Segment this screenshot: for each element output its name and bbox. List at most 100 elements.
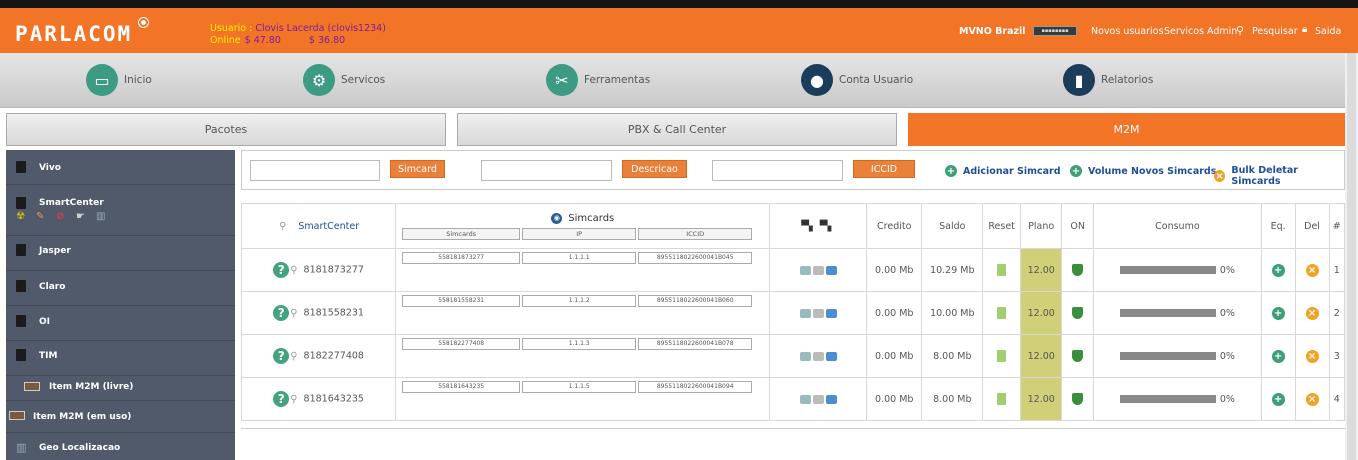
consumo-cell: 0%	[1093, 334, 1262, 378]
sidebar-item-vivo[interactable]: Vivo	[6, 150, 235, 184]
plus-icon[interactable]: +	[1271, 392, 1285, 406]
smartcenter-cell[interactable]: ? ⚲ 8181643235	[240, 377, 397, 421]
plus-icon: +	[1070, 165, 1082, 177]
tab-m2m[interactable]: M2M	[908, 113, 1345, 146]
help-icon[interactable]: ?	[273, 391, 290, 407]
bulk-delete-link[interactable]: × Bulk Deletar Simcards	[1214, 165, 1344, 187]
table-row: ? ⚲ 8181558231 558181558231 1.1.1.2 895511…	[240, 291, 1346, 335]
saldo-cell: 10.29 Mb	[921, 248, 984, 292]
close-icon[interactable]: ×	[1305, 263, 1319, 277]
search-icon[interactable]: ⚲	[290, 394, 297, 405]
trash-icon[interactable]	[997, 350, 1007, 362]
edit-icon[interactable]	[812, 394, 824, 404]
help-icon[interactable]: ?	[273, 348, 290, 364]
saida-link[interactable]: Saida	[1315, 26, 1341, 37]
stats-icon[interactable]: ▥	[96, 211, 105, 222]
nav-ferramentas[interactable]: ✂ Ferramentas	[546, 64, 650, 96]
saldo-cell: 8.00 Mb	[921, 334, 984, 378]
credito-cell: 0.00 Mb	[865, 377, 923, 421]
tab-pacotes[interactable]: Pacotes	[6, 113, 446, 146]
trash-icon[interactable]	[997, 307, 1007, 319]
nav-conta-usuario[interactable]: ● Conta Usuario	[801, 64, 913, 96]
trash-icon[interactable]	[997, 264, 1007, 276]
servicos-admin-link[interactable]: Servicos Admin	[1164, 26, 1237, 37]
nav-relatorios[interactable]: ▮ Relatorios	[1063, 64, 1153, 96]
sidebar-item-claro[interactable]: Claro	[6, 271, 235, 305]
device-icon[interactable]	[799, 265, 811, 275]
close-icon[interactable]: ×	[1305, 349, 1319, 363]
close-icon[interactable]: ×	[1305, 306, 1319, 320]
device-icon[interactable]	[799, 394, 811, 404]
shield-icon[interactable]	[1072, 307, 1084, 319]
iccid-input[interactable]	[712, 160, 843, 181]
tool-icon[interactable]: ✎	[36, 211, 44, 222]
simcard-search-button[interactable]: Simcard	[390, 160, 445, 178]
sidebar-item-smartcenter[interactable]: SmartCenter ☢ ✎ ⊘ ☛ ▥	[6, 185, 235, 235]
edit-icon[interactable]	[812, 351, 824, 361]
scrollbar-thumb[interactable]	[1347, 53, 1356, 460]
shield-icon[interactable]	[1072, 393, 1084, 405]
smartcenter-number: 8182277408	[303, 350, 364, 362]
device-icon[interactable]	[799, 351, 811, 361]
search-icon[interactable]: ⚲	[290, 308, 297, 319]
screen-icon[interactable]	[825, 265, 837, 275]
search-icon[interactable]: ⚲	[290, 265, 297, 276]
screen-icon[interactable]	[825, 394, 837, 404]
sidebar-item-m2m-livre[interactable]: Item M2M (livre)	[6, 376, 235, 400]
volume-simcards-link[interactable]: + Volume Novos Simcards	[1070, 165, 1216, 177]
edit-icon[interactable]	[812, 265, 824, 275]
smartcenter-cell[interactable]: ? ⚲ 8181873277	[240, 248, 397, 292]
lock-icon[interactable]: 🔒︎	[1302, 24, 1307, 35]
add-simcard-link[interactable]: + Adicionar Simcard	[945, 165, 1061, 177]
novos-usuarios-link[interactable]: Novos usuarios	[1091, 26, 1163, 37]
sidebar-jasper-label: Jasper	[39, 246, 71, 256]
smartcenter-header[interactable]: ⚲ SmartCenter	[240, 203, 397, 249]
nav-inicio[interactable]: ▭ Inicio	[86, 64, 152, 96]
close-icon[interactable]: ×	[1305, 392, 1319, 406]
plus-icon[interactable]: +	[1271, 306, 1285, 320]
sidebar-item-jasper[interactable]: Jasper	[6, 236, 235, 270]
sidebar-oi-label: OI	[39, 317, 50, 327]
close-icon: ×	[1214, 170, 1226, 182]
descricao-search-button[interactable]: Descricao	[622, 160, 687, 178]
screen-icon[interactable]	[825, 351, 837, 361]
simcard-input[interactable]	[250, 160, 380, 181]
plus-icon[interactable]: +	[1271, 263, 1285, 277]
sidebar: Vivo SmartCenter ☢ ✎ ⊘ ☛ ▥ Jasper Claro …	[6, 150, 235, 460]
descricao-input[interactable]	[481, 160, 612, 181]
help-icon[interactable]: ?	[273, 305, 290, 321]
shield-icon[interactable]	[1072, 350, 1084, 362]
chart-icon: ▮	[1063, 64, 1095, 96]
device-icon[interactable]	[799, 308, 811, 318]
smartcenter-cell[interactable]: ? ⚲ 8181558231	[240, 291, 397, 335]
sidebar-m2m-livre-label: Item M2M (livre)	[49, 382, 134, 392]
help-icon[interactable]: ?	[273, 262, 290, 278]
consumo-header: Consumo	[1093, 203, 1262, 249]
user-name[interactable]: Clovis Lacerda (clovis1234)	[255, 23, 386, 34]
iccid-search-button[interactable]: ICCID	[853, 160, 915, 178]
sidebar-item-geo[interactable]: ▥ Geo Localizacao	[6, 433, 235, 460]
smartcenter-cell[interactable]: ? ⚲ 8182277408	[240, 334, 397, 378]
simcard-detail-cell: 558182277408 1.1.1.3 8955118022600041B07…	[395, 334, 771, 378]
hazard-icon[interactable]: ☢	[16, 211, 25, 222]
device-tools-cell	[769, 334, 867, 378]
pesquisar-link[interactable]: Pesquisar	[1252, 26, 1298, 37]
block-icon[interactable]: ⊘	[56, 211, 64, 222]
trash-icon[interactable]	[997, 393, 1007, 405]
table-row: ? ⚲ 8181643235 558181643235 1.1.1.5 895511…	[240, 377, 1346, 421]
shield-icon[interactable]	[1072, 264, 1084, 276]
hand-icon[interactable]: ☛	[76, 211, 85, 222]
scrollbar[interactable]	[1345, 53, 1358, 460]
screen-icon[interactable]	[825, 308, 837, 318]
plus-icon[interactable]: +	[1271, 349, 1285, 363]
search-icon[interactable]: ⚲	[290, 351, 297, 362]
nav-servicos[interactable]: ⚙ Servicos	[303, 64, 385, 96]
sidebar-item-oi[interactable]: OI	[6, 306, 235, 340]
simcard-detail-cell: 558181873277 1.1.1.1 8955118022600041B04…	[395, 248, 771, 292]
search-icon[interactable]: ⚲	[1236, 24, 1244, 37]
sidebar-item-m2m-uso[interactable]: Item M2M (em uso)	[6, 401, 235, 432]
sidebar-item-tim[interactable]: TIM	[6, 341, 235, 375]
tab-pbx[interactable]: PBX & Call Center	[457, 113, 897, 146]
mvno-label: MVNO Brazil	[959, 26, 1026, 37]
edit-icon[interactable]	[812, 308, 824, 318]
